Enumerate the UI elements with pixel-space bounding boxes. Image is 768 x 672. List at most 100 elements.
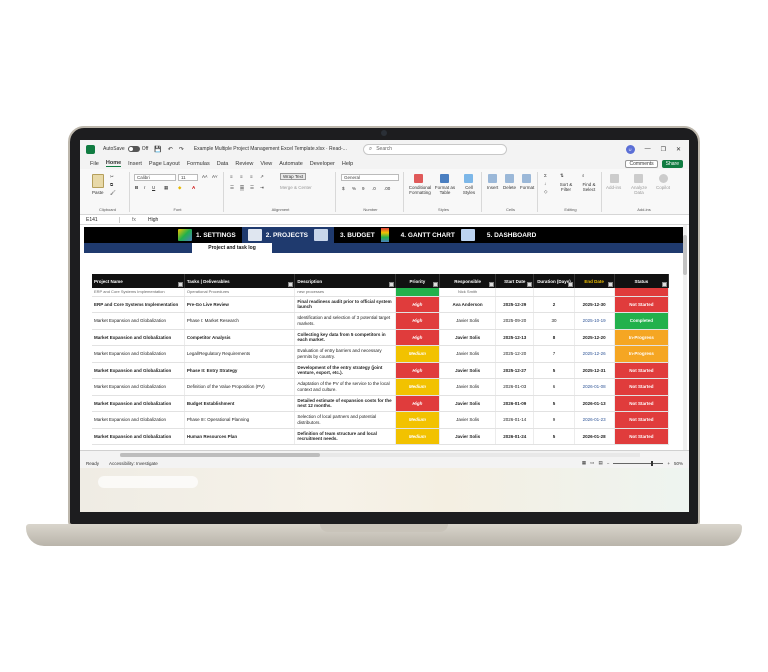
autosum-icon[interactable]: Σ [544, 173, 547, 178]
autosave-toggle[interactable] [127, 146, 140, 152]
cell-duration[interactable] [533, 288, 575, 297]
align-right-icon[interactable]: ☰ [250, 185, 254, 191]
cell-priority[interactable]: Medium [395, 411, 440, 429]
find-select-icon[interactable]: ⌕ [582, 173, 585, 178]
cell-project[interactable]: Market Expansion and Globalization [92, 378, 185, 396]
cell-project[interactable]: ERP and Core Systems Implementation [92, 288, 185, 297]
cell-responsible[interactable]: Ava Anderson [439, 296, 497, 313]
tab-insert[interactable]: Insert [128, 161, 142, 167]
cell-description[interactable]: Definition of team structure and local r… [294, 428, 396, 445]
cell-start-date[interactable]: 2025-12-20 [495, 345, 535, 363]
filter-dropdown-icon[interactable] [489, 282, 495, 287]
fill-icon[interactable]: ↓ [544, 181, 546, 186]
cell-priority[interactable]: Medium [395, 378, 440, 396]
cell-responsible[interactable]: Javier Solis [439, 378, 497, 396]
underline-icon[interactable]: U [152, 185, 155, 190]
cell-status[interactable]: Not Started [614, 428, 670, 445]
filter-dropdown-icon[interactable] [177, 282, 183, 287]
cell-project[interactable]: Market Expansion and Globalization [92, 428, 185, 445]
cell-start-date[interactable]: 2026-01-09 [495, 395, 535, 412]
align-left-icon[interactable]: ☰ [230, 185, 234, 191]
cell-status[interactable]: In-Progress [614, 329, 670, 346]
cell-status[interactable]: In-Progress [614, 345, 670, 363]
cell-end-date[interactable]: 2025-12-30 [574, 296, 615, 313]
filter-dropdown-icon[interactable] [607, 282, 613, 287]
cell-responsible[interactable]: Nick Smith [439, 288, 497, 297]
cell-duration[interactable]: 9 [533, 411, 575, 429]
horizontal-scrollbar[interactable] [120, 453, 640, 457]
borders-icon[interactable]: ▦ [164, 185, 168, 191]
cell-status[interactable]: Not Started [614, 362, 670, 379]
tab-automate[interactable]: Automate [279, 161, 303, 167]
cell-priority[interactable]: High [395, 329, 440, 346]
tab-file[interactable]: File [90, 161, 99, 167]
shrink-font-icon[interactable]: A˅ [212, 174, 218, 179]
col-header-project[interactable]: Project Name [92, 274, 185, 288]
number-format-select[interactable]: General [341, 174, 399, 181]
cell-task[interactable]: Operational Procedures [184, 288, 296, 297]
cell-start[interactable] [495, 288, 535, 297]
cell-start-date[interactable]: 2025-12-13 [495, 329, 535, 346]
filter-dropdown-icon[interactable] [527, 282, 533, 287]
cell-task[interactable]: Budget Establishment [184, 395, 296, 412]
col-header-end-date[interactable]: End Date [574, 274, 615, 288]
page-layout-view-icon[interactable]: ▭ [590, 460, 594, 466]
wrap-text-button[interactable]: Wrap Text [280, 173, 307, 180]
format-button[interactable]: Format [520, 185, 534, 190]
filter-dropdown-icon[interactable] [432, 282, 438, 287]
tab-data[interactable]: Data [217, 161, 229, 167]
col-header-duration[interactable]: Duration (Days) [533, 274, 575, 288]
cell-responsible[interactable]: Javier Solis [439, 428, 497, 445]
insert-button[interactable]: Insert [487, 185, 498, 190]
sort-filter-button[interactable]: Sort & Filter [556, 182, 576, 192]
cell-priority[interactable]: High [395, 395, 440, 412]
formula-input[interactable]: High [148, 217, 158, 223]
cell-responsible[interactable]: Javier Solis [439, 312, 497, 330]
cell-start-date[interactable]: 2026-01-24 [495, 428, 535, 445]
zoom-in-icon[interactable]: + [667, 461, 670, 466]
cell-duration[interactable]: 8 [533, 329, 575, 346]
copilot-button[interactable]: Copilot [656, 185, 670, 190]
tab-home[interactable]: Home [105, 160, 122, 167]
cell-task[interactable]: Phase II: Entry Strategy [184, 362, 296, 379]
cell-description[interactable]: Final readiness audit prior to official … [294, 296, 396, 313]
comma-icon[interactable]: 9 [362, 186, 365, 191]
col-header-tasks[interactable]: Tasks | Deliverables [184, 274, 296, 288]
col-header-responsible[interactable]: Responsible [439, 274, 497, 288]
format-cells-icon[interactable] [522, 174, 531, 183]
nav-gantt-chart[interactable]: 4. GANTT CHART [395, 227, 481, 243]
delete-button[interactable]: Delete [503, 185, 516, 190]
tab-developer[interactable]: Developer [310, 161, 335, 167]
cell-description[interactable]: new processes [294, 288, 396, 297]
cell-status[interactable]: Completed [614, 312, 670, 330]
cell-task[interactable]: Competitor Analysis [184, 329, 296, 346]
zoom-out-icon[interactable]: − [607, 461, 610, 466]
cell-priority[interactable]: Medium [395, 428, 440, 445]
grow-font-icon[interactable]: A˄ [202, 174, 208, 179]
cell-responsible[interactable]: Javier Solis [439, 345, 497, 363]
restore-icon[interactable]: ❐ [661, 146, 666, 153]
cell-start-date[interactable]: 2025-09-20 [495, 312, 535, 330]
cell-status[interactable] [614, 288, 670, 297]
normal-view-icon[interactable]: ▦ [582, 460, 586, 466]
cell-responsible[interactable]: Javier Solis [439, 411, 497, 429]
nav-dashboard[interactable]: 5. DASHBOARD [481, 227, 542, 243]
save-icon[interactable]: 💾 [154, 146, 161, 153]
cell-description[interactable]: Collecting key data from 5 competitors i… [294, 329, 396, 346]
cell-styles-button[interactable]: Cell Styles [460, 185, 478, 195]
add-ins-button[interactable]: Add-ins [606, 185, 621, 190]
name-box[interactable]: E141 [80, 216, 120, 223]
cell-end-date[interactable]: 2026-01-13 [574, 395, 615, 412]
vertical-scroll-thumb[interactable] [683, 235, 687, 275]
nav-settings[interactable]: 1. SETTINGS [172, 227, 242, 243]
format-as-table-button[interactable]: Format as Table [434, 185, 456, 195]
redo-icon[interactable]: ↷ [179, 146, 184, 153]
tab-help[interactable]: Help [342, 161, 353, 167]
cell-end-date[interactable]: 2025-12-26 [574, 345, 615, 363]
font-color-icon[interactable]: A [192, 185, 195, 190]
add-ins-icon[interactable] [610, 174, 619, 183]
cell-responsible[interactable]: Javier Solis [439, 395, 497, 412]
cell-end[interactable] [574, 288, 615, 297]
cut-icon[interactable]: ✂ [110, 174, 114, 180]
cell-end-date[interactable]: 2026-01-28 [574, 428, 615, 445]
